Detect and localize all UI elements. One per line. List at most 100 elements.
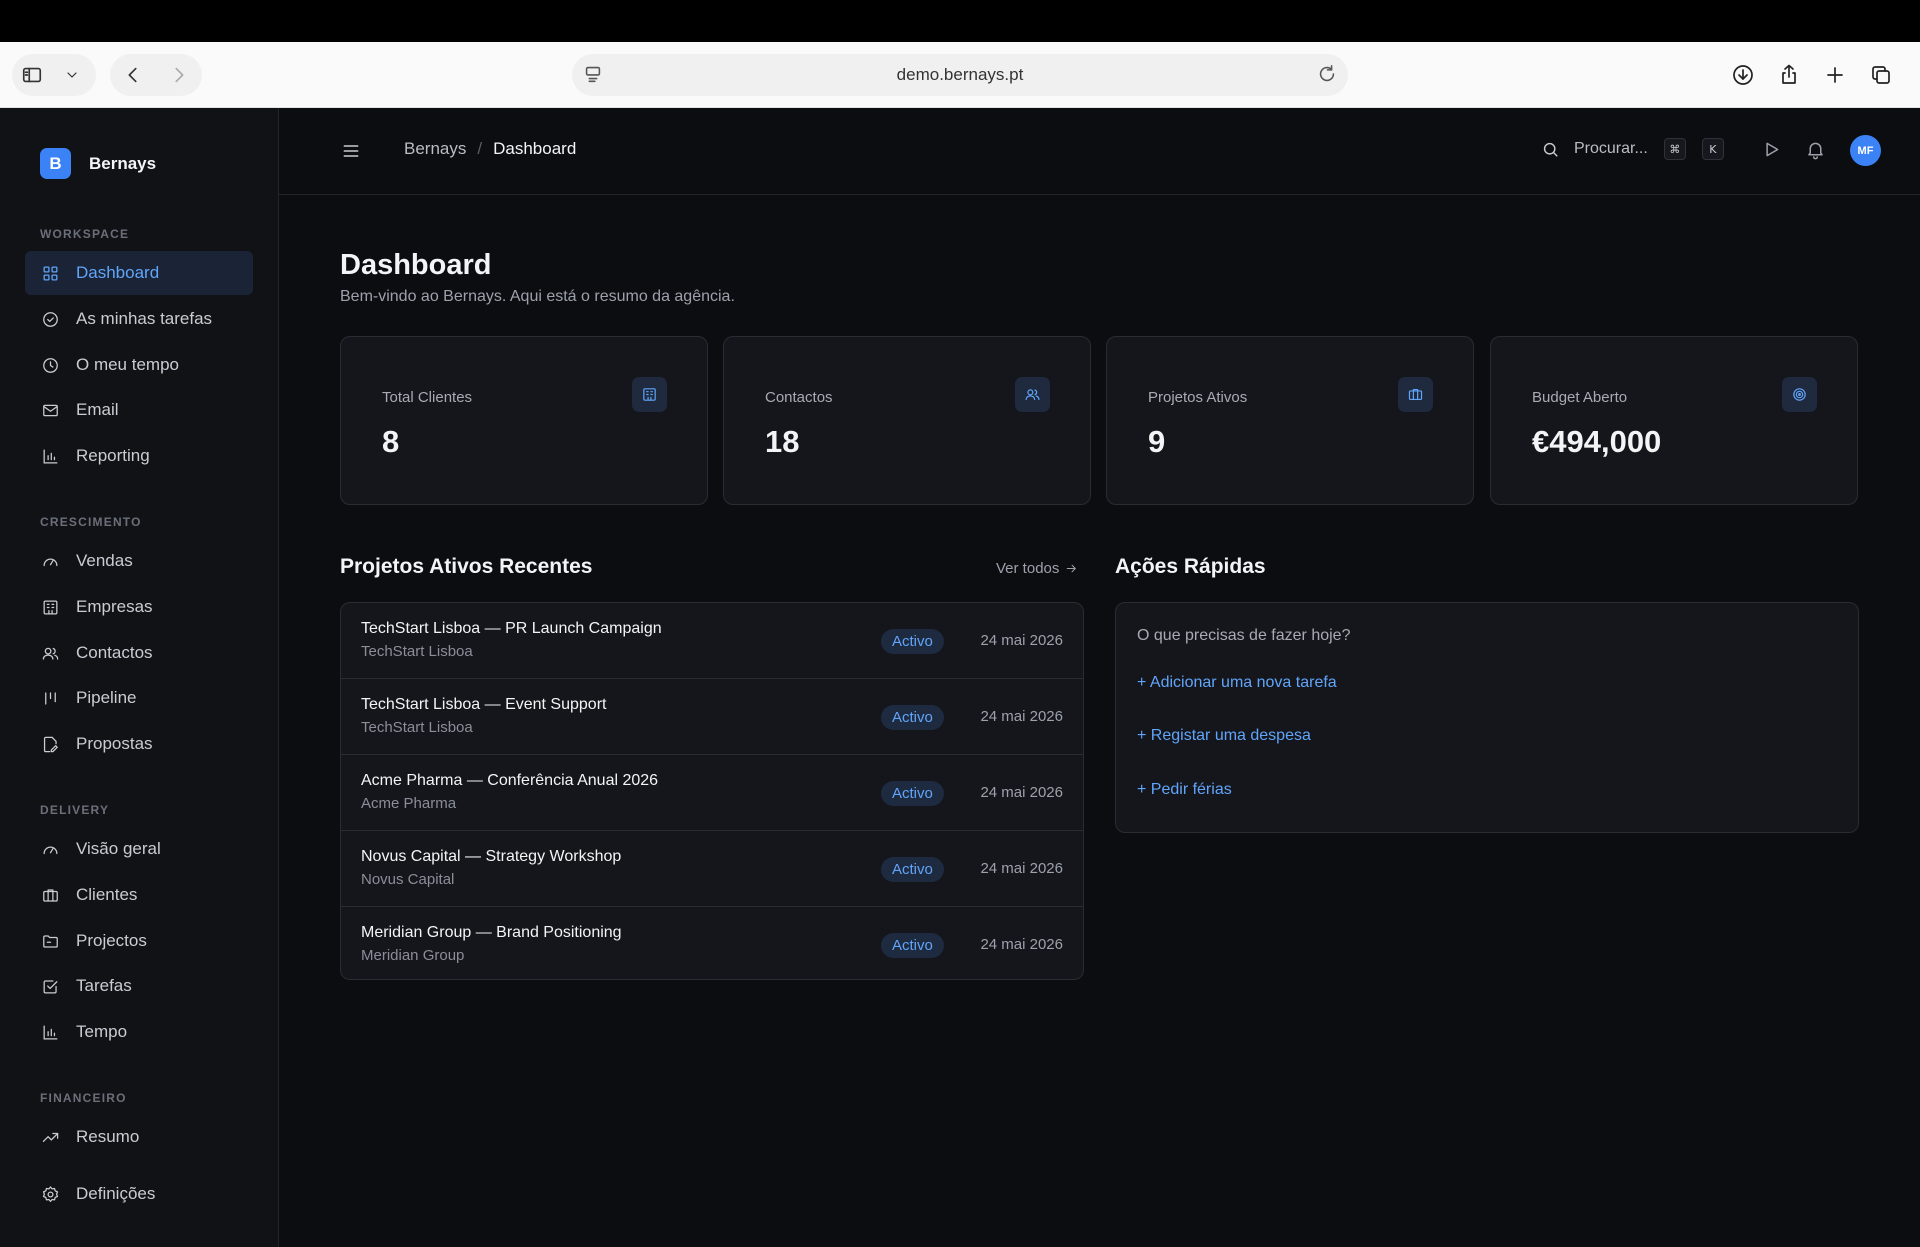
play-icon[interactable] <box>1761 139 1782 165</box>
status-badge: Activo <box>881 933 944 958</box>
forward-icon[interactable] <box>156 54 202 96</box>
breadcrumb: Bernays / Dashboard <box>404 139 576 159</box>
sidebar-item-label: Definições <box>76 1184 156 1203</box>
sidebar-item-clientes[interactable]: Clientes <box>25 873 253 917</box>
status-badge: Activo <box>881 857 944 882</box>
stat-card-budget-aberto[interactable]: Budget Aberto €494,000 <box>1490 336 1858 505</box>
request-vacation-link[interactable]: + Pedir férias <box>1137 781 1232 799</box>
sidebar-item-propostas[interactable]: Propostas <box>25 722 253 766</box>
quick-actions-title: Ações Rápidas <box>1115 555 1266 578</box>
users-icon <box>1015 377 1050 412</box>
sidebar-item-visao-geral[interactable]: Visão geral <box>25 827 253 871</box>
back-icon[interactable] <box>110 54 156 96</box>
sidebar-item-tarefas[interactable]: Tarefas <box>25 964 253 1008</box>
status-badge: Activo <box>881 781 944 806</box>
see-all-label: Ver todos <box>996 560 1060 577</box>
project-row[interactable]: TechStart Lisboa — PR Launch Campaign Te… <box>341 603 1083 679</box>
project-name: Acme Pharma — Conferência Anual 2026 <box>361 772 659 789</box>
project-client: Novus Capital <box>361 871 455 888</box>
clock-icon <box>43 357 58 373</box>
status-badge: Activo <box>881 629 944 654</box>
stat-value: 8 <box>382 424 400 459</box>
share-icon[interactable] <box>1768 54 1810 96</box>
project-date: 24 mai 2026 <box>980 936 1063 953</box>
address-bar[interactable]: demo.bernays.pt <box>572 54 1348 96</box>
stat-card-total-clientes[interactable]: Total Clientes 8 <box>340 336 708 505</box>
app-window: B Bernays WORKSPACE Dashboard As minhas … <box>0 108 1920 1247</box>
project-row[interactable]: TechStart Lisboa — Event Support TechSta… <box>341 679 1083 755</box>
sidebar-item-my-tasks[interactable]: As minhas tarefas <box>25 297 253 341</box>
download-icon[interactable] <box>1722 54 1764 96</box>
url-text: demo.bernays.pt <box>896 65 1024 84</box>
project-name: Meridian Group — Brand Positioning <box>361 924 622 941</box>
search-trigger[interactable]: Procurar... ⌘ K <box>1541 138 1724 160</box>
sidebar-item-label: O meu tempo <box>76 355 179 374</box>
tab-overview-icon[interactable] <box>1860 54 1902 96</box>
project-client: TechStart Lisboa <box>361 719 473 736</box>
bar-chart-icon <box>43 449 58 463</box>
top-header: Bernays / Dashboard Procurar... ⌘ K MF <box>279 108 1920 195</box>
sidebar-item-dashboard[interactable]: Dashboard <box>25 251 253 295</box>
sidebar-item-label: As minhas tarefas <box>76 309 213 328</box>
chevron-down-icon[interactable] <box>52 54 92 96</box>
bell-icon[interactable] <box>1805 139 1826 165</box>
sidebar-item-projectos[interactable]: Projectos <box>25 919 253 963</box>
pipeline-icon <box>45 691 56 705</box>
page-settings-icon[interactable] <box>582 63 604 90</box>
breadcrumb-current: Dashboard <box>493 139 577 158</box>
sidebar-section-workspace: WORKSPACE <box>40 227 130 241</box>
sidebar-item-label: Tempo <box>76 1022 128 1041</box>
briefcase-icon <box>1398 377 1433 412</box>
project-row[interactable]: Acme Pharma — Conferência Anual 2026 Acm… <box>341 755 1083 831</box>
brand-name: Bernays <box>89 153 157 173</box>
sidebar-section-delivery: DELIVERY <box>40 803 110 817</box>
stat-card-contactos[interactable]: Contactos 18 <box>723 336 1091 505</box>
search-placeholder: Procurar... <box>1574 140 1648 157</box>
sidebar-item-label: Visão geral <box>76 839 161 858</box>
stat-label: Total Clientes <box>382 389 473 406</box>
project-row[interactable]: Meridian Group — Brand Positioning Merid… <box>341 907 1083 979</box>
reload-icon[interactable] <box>1316 63 1338 90</box>
project-date: 24 mai 2026 <box>980 708 1063 725</box>
project-row[interactable]: Novus Capital — Strategy Workshop Novus … <box>341 831 1083 907</box>
see-all-link[interactable]: Ver todos <box>996 560 1078 577</box>
users-icon <box>42 647 59 660</box>
sidebar: B Bernays WORKSPACE Dashboard As minhas … <box>0 108 279 1247</box>
recent-projects-list: TechStart Lisboa — PR Launch Campaign Te… <box>340 602 1084 980</box>
project-date: 24 mai 2026 <box>980 860 1063 877</box>
sidebar-item-tempo[interactable]: Tempo <box>25 1010 253 1054</box>
sidebar-item-resumo[interactable]: Resumo <box>25 1115 253 1159</box>
project-client: TechStart Lisboa <box>361 643 473 660</box>
stat-card-projetos-ativos[interactable]: Projetos Ativos 9 <box>1106 336 1474 505</box>
sidebar-item-label: Clientes <box>76 885 138 904</box>
register-expense-link[interactable]: + Registar uma despesa <box>1137 727 1311 745</box>
sidebar-item-definicoes[interactable]: Definições <box>25 1172 253 1216</box>
breadcrumb-root[interactable]: Bernays <box>404 139 466 159</box>
page-title: Dashboard <box>340 249 492 281</box>
stat-label: Budget Aberto <box>1532 389 1628 406</box>
sidebar-item-reporting[interactable]: Reporting <box>25 434 253 478</box>
sidebar-item-vendas[interactable]: Vendas <box>25 539 253 583</box>
sidebar-item-label: Tarefas <box>76 976 132 995</box>
menu-icon[interactable] <box>341 141 361 166</box>
mail-icon <box>43 404 58 416</box>
history-nav-group <box>110 54 202 96</box>
sidebar-item-email[interactable]: Email <box>25 388 253 432</box>
sidebar-item-label: Email <box>76 400 119 419</box>
folder-icon <box>43 934 58 948</box>
sidebar-section-crescimento: CRESCIMENTO <box>40 515 142 529</box>
avatar[interactable]: MF <box>1850 135 1881 166</box>
add-task-link[interactable]: + Adicionar uma nova tarefa <box>1137 674 1337 692</box>
project-client: Meridian Group <box>361 947 465 964</box>
stat-value: 18 <box>765 424 800 459</box>
sidebar-toggle-icon[interactable] <box>12 54 52 96</box>
sidebar-item-label: Empresas <box>76 597 153 616</box>
brand[interactable]: B Bernays <box>40 148 156 179</box>
sidebar-item-label: Propostas <box>76 734 153 753</box>
new-tab-icon[interactable] <box>1814 54 1856 96</box>
stat-label: Contactos <box>765 389 833 406</box>
sidebar-item-contactos[interactable]: Contactos <box>25 631 253 675</box>
sidebar-item-my-time[interactable]: O meu tempo <box>25 343 253 387</box>
sidebar-item-pipeline[interactable]: Pipeline <box>25 676 253 720</box>
sidebar-item-empresas[interactable]: Empresas <box>25 585 253 629</box>
